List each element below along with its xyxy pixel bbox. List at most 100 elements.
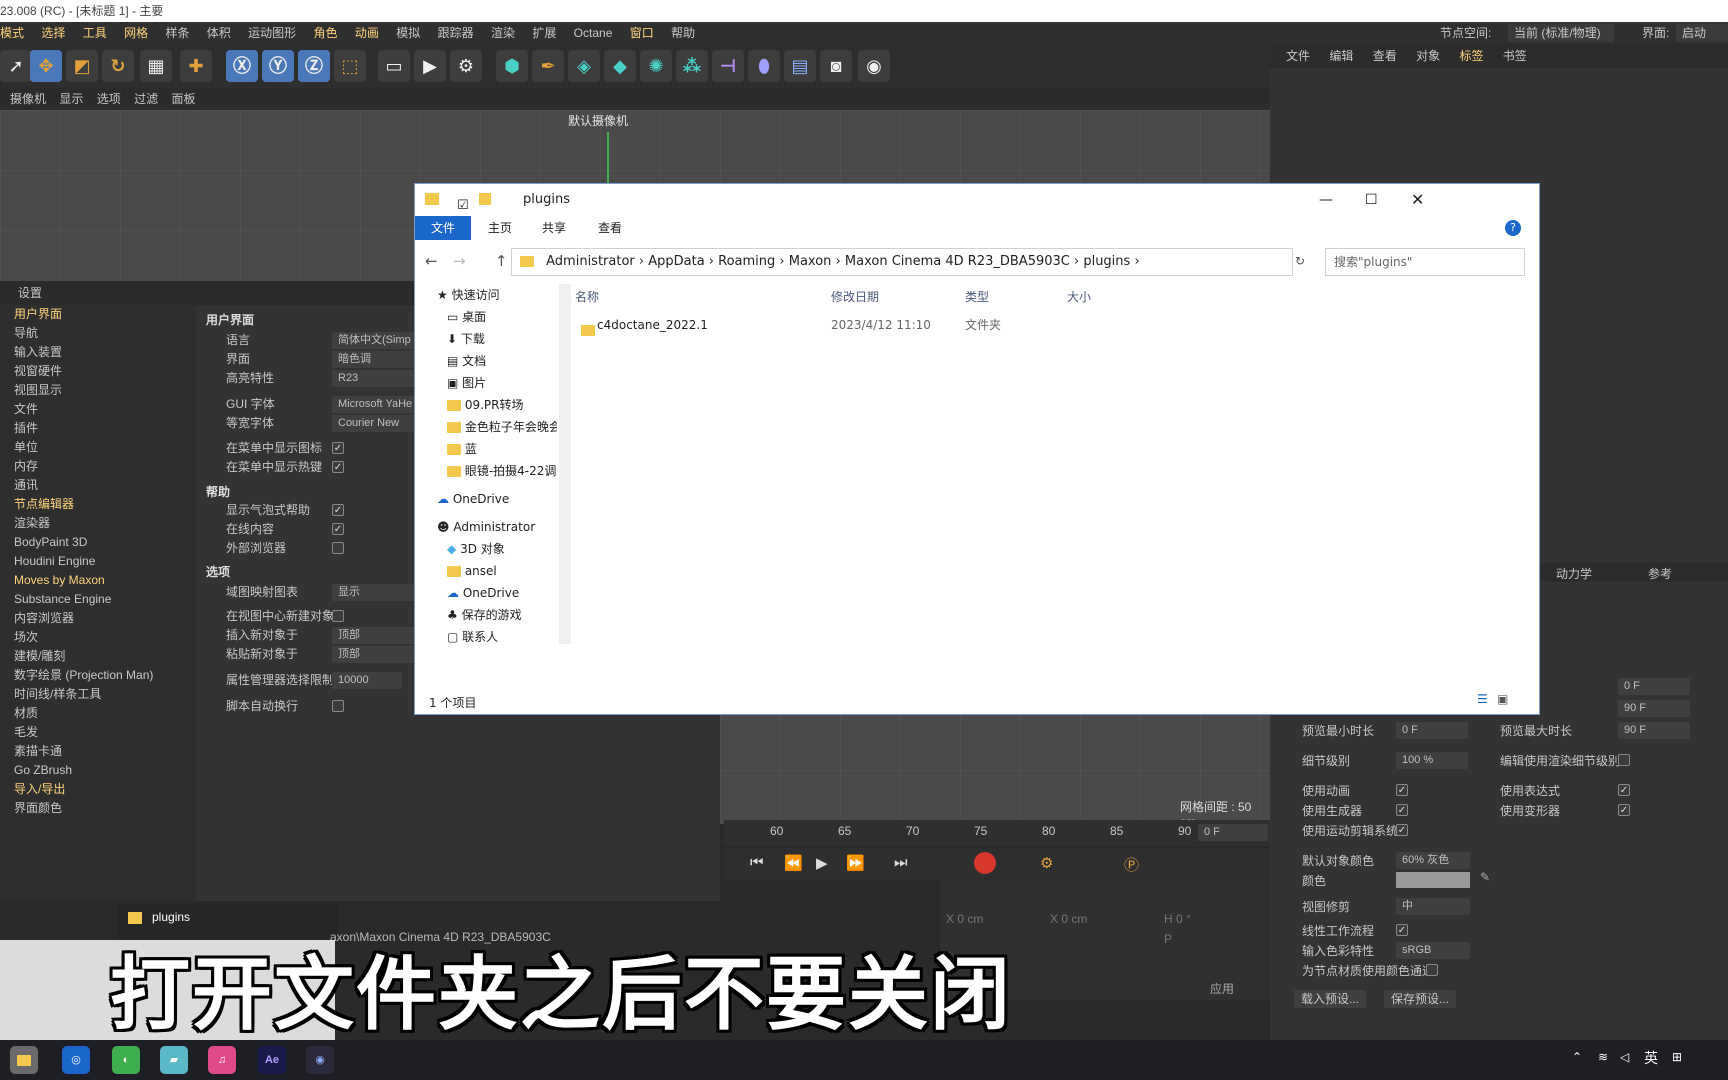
y-axis-button[interactable]: Ⓨ xyxy=(262,50,294,82)
nav-downloads[interactable]: ⬇ 下载 xyxy=(447,328,485,350)
menu-render[interactable]: 渲染 xyxy=(491,22,515,44)
new-folder-icon[interactable] xyxy=(479,193,491,205)
play-icon[interactable]: ▶ xyxy=(816,854,828,872)
fps-field[interactable]: 0 F xyxy=(1618,678,1690,695)
paste-new-select[interactable]: 顶部 xyxy=(332,646,422,663)
vp-menu-panel[interactable]: 面板 xyxy=(171,88,195,110)
show-icons-checkbox[interactable]: ✓ xyxy=(332,442,344,454)
volume-icon[interactable]: ◁ xyxy=(1620,1050,1629,1064)
extrude-button[interactable]: ◆ xyxy=(604,50,636,82)
go-start-icon[interactable]: ⏮ xyxy=(750,854,764,871)
path-segment[interactable]: Maxon xyxy=(789,254,832,269)
up-icon[interactable]: ↑ xyxy=(495,252,508,270)
preview-min-field[interactable]: 0 F xyxy=(1396,722,1468,739)
settings-nav-item[interactable]: 文件 xyxy=(0,400,196,419)
render-settings-button[interactable]: ⚙ xyxy=(450,50,482,82)
render-picture-viewer-button[interactable]: ▶ xyxy=(414,50,446,82)
settings-nav-item[interactable]: 内存 xyxy=(0,457,196,476)
use-animation-checkbox[interactable]: ✓ xyxy=(1396,784,1408,796)
render-lod-checkbox[interactable] xyxy=(1618,754,1630,766)
settings-nav-item[interactable]: 建模/雕刻 xyxy=(0,647,196,666)
nav-onedrive-2[interactable]: ☁ OneDrive xyxy=(447,582,519,604)
node-space-select[interactable]: 当前 (标准/物理) xyxy=(1508,24,1614,42)
settings-nav-item[interactable]: 场次 xyxy=(0,628,196,647)
attr-limit-field[interactable]: 10000 xyxy=(332,672,402,689)
domain-map-select[interactable]: 显示 xyxy=(332,584,422,601)
wifi-icon[interactable]: ≋ xyxy=(1598,1050,1608,1064)
input-language[interactable]: 英 xyxy=(1644,1048,1658,1068)
menu-mograph[interactable]: 运动图形 xyxy=(248,22,296,44)
back-icon[interactable]: ← xyxy=(425,252,438,270)
menu-tools[interactable]: 工具 xyxy=(83,22,107,44)
tab-share[interactable]: 共享 xyxy=(533,216,575,240)
rp-menu-bookmarks[interactable]: 书签 xyxy=(1503,44,1527,68)
nav-documents[interactable]: ▤ 文档 xyxy=(447,350,486,372)
use-generators-checkbox[interactable]: ✓ xyxy=(1396,804,1408,816)
path-segment[interactable]: Maxon Cinema 4D R23_DBA5903C xyxy=(845,254,1070,269)
settings-nav-item[interactable]: BodyPaint 3D xyxy=(0,533,196,552)
maximize-icon[interactable]: ☐ xyxy=(1365,184,1378,216)
nav-pictures[interactable]: ▣ 图片 xyxy=(447,372,486,394)
apply-button[interactable]: 应用 xyxy=(1210,980,1234,997)
settings-nav-item[interactable]: 素描卡通 xyxy=(0,742,196,761)
z-axis-button[interactable]: Ⓩ xyxy=(298,50,330,82)
light-button[interactable]: ◉ xyxy=(858,50,890,82)
go-end-icon[interactable]: ⏭ xyxy=(894,854,908,871)
rp-menu-object[interactable]: 对象 xyxy=(1416,44,1440,68)
tab-view[interactable]: 查看 xyxy=(589,216,631,240)
cube-button[interactable]: ⬢ xyxy=(496,50,528,82)
settings-nav-item[interactable]: 视窗硬件 xyxy=(0,362,196,381)
nav-user[interactable]: ☻ Administrator xyxy=(437,516,535,538)
menu-octane[interactable]: Octane xyxy=(574,22,613,44)
vp-menu-filter[interactable]: 过滤 xyxy=(134,88,158,110)
color-swatch[interactable] xyxy=(1396,872,1470,888)
app-taskbar-icon[interactable]: ◎ xyxy=(62,1046,90,1074)
nav-folder[interactable]: 09.PR转场 xyxy=(447,394,524,416)
nav-scrollbar[interactable] xyxy=(559,284,571,644)
current-frame-field[interactable]: 0 F xyxy=(1198,824,1268,841)
settings-nav-item[interactable]: 视图显示 xyxy=(0,381,196,400)
pen-button[interactable]: ✒ xyxy=(532,50,564,82)
mono-font-select[interactable]: Courier New xyxy=(332,415,422,432)
prev-key-icon[interactable]: ⏪ xyxy=(784,854,803,872)
transform-tool-button[interactable]: ✚ xyxy=(180,50,212,82)
vp-menu-camera[interactable]: 摄像机 xyxy=(10,88,46,110)
rp-menu-file[interactable]: 文件 xyxy=(1286,44,1310,68)
settings-nav-item[interactable]: 时间线/样条工具 xyxy=(0,685,196,704)
browser-taskbar-icon[interactable]: ◐ xyxy=(112,1046,140,1074)
next-key-icon[interactable]: ⏩ xyxy=(846,854,865,872)
x-axis-button[interactable]: Ⓧ xyxy=(226,50,258,82)
new-object-center-checkbox[interactable] xyxy=(332,610,344,622)
settings-nav-item[interactable]: Substance Engine xyxy=(0,590,196,609)
refresh-icon[interactable]: ↻ xyxy=(1295,254,1305,268)
motion-system-checkbox[interactable]: ✓ xyxy=(1396,824,1408,836)
menu-window[interactable]: 窗口 xyxy=(630,22,654,44)
menu-mode[interactable]: 模式 xyxy=(0,22,24,44)
minimize-icon[interactable]: — xyxy=(1319,184,1333,216)
settings-nav-item[interactable]: 插件 xyxy=(0,419,196,438)
forward-icon[interactable]: → xyxy=(453,252,466,270)
insert-new-select[interactable]: 顶部 xyxy=(332,627,422,644)
use-expressions-checkbox[interactable]: ✓ xyxy=(1618,784,1630,796)
settings-nav-item[interactable]: Houdini Engine xyxy=(0,552,196,571)
script-wrap-checkbox[interactable] xyxy=(332,700,344,712)
subdivision-button[interactable]: ◈ xyxy=(568,50,600,82)
tab-reference[interactable]: 参考 xyxy=(1648,565,1672,582)
col-date[interactable]: 修改日期 xyxy=(831,288,879,305)
media-taskbar-icon[interactable]: ♫ xyxy=(208,1046,236,1074)
tab-dynamics[interactable]: 动力学 xyxy=(1556,565,1592,582)
nav-folder[interactable]: ansel xyxy=(447,560,497,582)
highlight-select[interactable]: R23 xyxy=(332,370,422,387)
use-deformers-checkbox[interactable]: ✓ xyxy=(1618,804,1630,816)
coord-p-field[interactable]: P xyxy=(1164,932,1172,946)
input-method-icon[interactable]: ⊞ xyxy=(1672,1050,1682,1064)
settings-nav-item[interactable]: 通讯 xyxy=(0,476,196,495)
lod-field[interactable]: 100 % xyxy=(1396,752,1468,769)
col-size[interactable]: 大小 xyxy=(1067,288,1091,305)
menu-spline[interactable]: 样条 xyxy=(165,22,189,44)
nav-folder[interactable]: 蓝 xyxy=(447,438,477,460)
coord-x2-field[interactable]: X 0 cm xyxy=(1050,912,1087,926)
language-select[interactable]: 简体中文(Simp xyxy=(332,332,422,349)
menu-select[interactable]: 选择 xyxy=(41,22,65,44)
timeline-ruler[interactable]: 60 65 70 75 80 85 90 0 F xyxy=(724,820,1270,846)
